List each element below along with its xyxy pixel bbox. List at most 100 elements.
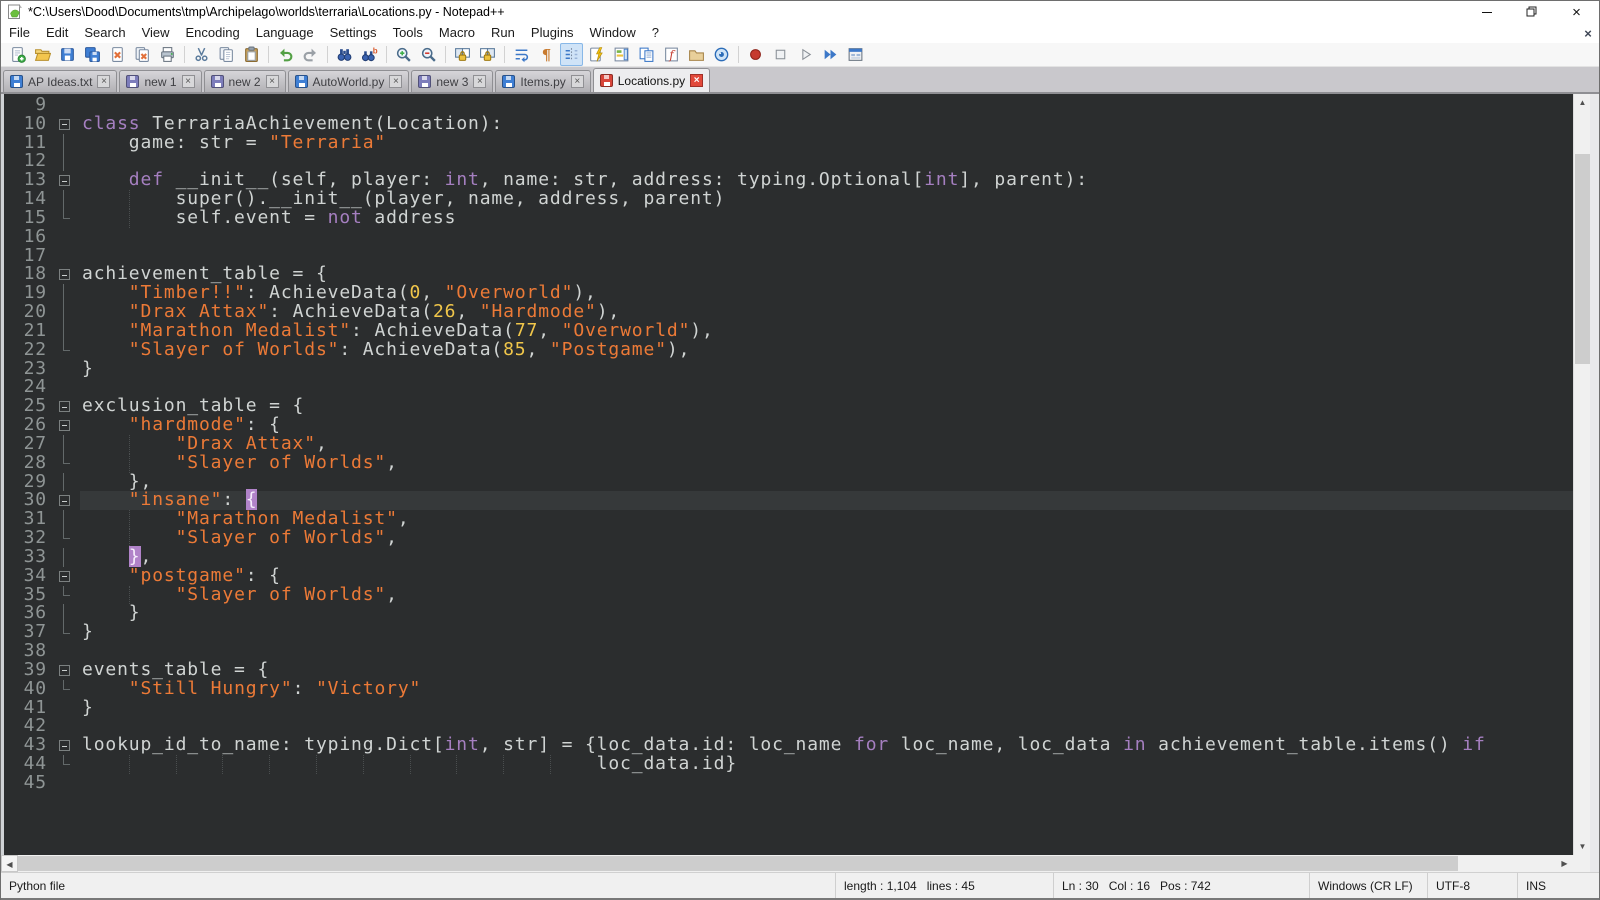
menu-item-help[interactable]: ? bbox=[644, 23, 667, 43]
fold-collapse-icon[interactable] bbox=[50, 265, 80, 284]
close-tab-icon[interactable]: × bbox=[266, 75, 279, 88]
new-file-icon[interactable] bbox=[6, 43, 29, 66]
tab-new-2[interactable]: new 2× bbox=[204, 70, 286, 92]
menu-item-view[interactable]: View bbox=[134, 23, 178, 43]
fold-collapse-icon[interactable] bbox=[50, 567, 80, 586]
close-tab-icon[interactable]: × bbox=[690, 74, 703, 87]
sync-vertical-scroll-icon[interactable] bbox=[451, 43, 474, 66]
menu-item-file[interactable]: File bbox=[1, 23, 38, 43]
scroll-left-icon[interactable]: ◀ bbox=[1, 855, 18, 872]
fold-margin bbox=[50, 322, 80, 341]
document-list-icon[interactable] bbox=[635, 43, 658, 66]
menu-item-plugins[interactable]: Plugins bbox=[523, 23, 582, 43]
show-indent-guide-icon[interactable] bbox=[560, 43, 583, 66]
menu-item-encoding[interactable]: Encoding bbox=[178, 23, 248, 43]
indent-guide bbox=[222, 755, 223, 774]
modified-file-floppy-icon bbox=[600, 74, 613, 87]
tab-autoworld-py[interactable]: AutoWorld.py× bbox=[288, 70, 410, 92]
find-icon[interactable] bbox=[333, 43, 356, 66]
macro-play-icon[interactable] bbox=[794, 43, 817, 66]
window-restore-button[interactable] bbox=[1509, 1, 1554, 23]
fold-collapse-icon[interactable] bbox=[50, 416, 80, 435]
macro-run-multiple-icon[interactable] bbox=[819, 43, 842, 66]
copy-icon[interactable] bbox=[215, 43, 238, 66]
close-file-icon[interactable] bbox=[106, 43, 129, 66]
tab-items-py[interactable]: Items.py× bbox=[495, 70, 590, 92]
vertical-scrollbar-thumb[interactable] bbox=[1575, 154, 1590, 364]
sync-horizontal-scroll-icon[interactable] bbox=[476, 43, 499, 66]
print-icon[interactable] bbox=[156, 43, 179, 66]
show-all-characters-icon[interactable]: ¶ bbox=[535, 43, 558, 66]
horizontal-scrollbar[interactable]: ◀ ▶ bbox=[1, 855, 1573, 872]
close-document-icon[interactable]: × bbox=[1577, 26, 1599, 41]
open-file-icon[interactable] bbox=[31, 43, 54, 66]
tab-new-3[interactable]: new 3 × bbox=[411, 70, 493, 92]
close-tab-icon[interactable]: × bbox=[473, 75, 486, 88]
menu-item-tools[interactable]: Tools bbox=[385, 23, 431, 43]
code-line: 23} bbox=[4, 360, 1573, 379]
zoom-out-icon[interactable] bbox=[417, 43, 440, 66]
replace-icon[interactable]: b bbox=[358, 43, 381, 66]
menu-item-edit[interactable]: Edit bbox=[38, 23, 76, 43]
close-tab-icon[interactable]: × bbox=[571, 75, 584, 88]
code-text: } bbox=[80, 699, 1573, 718]
redo-icon[interactable] bbox=[299, 43, 322, 66]
window-close-button[interactable]: × bbox=[1554, 1, 1599, 23]
paste-icon[interactable] bbox=[240, 43, 263, 66]
code-line: 44 loc_data.id} bbox=[4, 755, 1573, 774]
macro-save-icon[interactable] bbox=[844, 43, 867, 66]
close-tab-icon[interactable]: × bbox=[389, 75, 402, 88]
tab-locations-py[interactable]: Locations.py× bbox=[593, 68, 710, 92]
line-number: 22 bbox=[4, 341, 50, 360]
fold-collapse-icon[interactable] bbox=[50, 171, 80, 190]
status-eol-format[interactable]: Windows (CR LF) bbox=[1309, 873, 1427, 898]
word-wrap-icon[interactable] bbox=[510, 43, 533, 66]
cut-icon[interactable] bbox=[190, 43, 213, 66]
folder-as-workspace-icon[interactable] bbox=[685, 43, 708, 66]
code-line: 40 "Still Hungry": "Victory" bbox=[4, 680, 1573, 699]
function-list-icon[interactable]: f bbox=[660, 43, 683, 66]
line-number: 21 bbox=[4, 322, 50, 341]
menu-item-search[interactable]: Search bbox=[76, 23, 133, 43]
fold-margin bbox=[50, 454, 80, 473]
function-completion-icon[interactable] bbox=[585, 43, 608, 66]
save-all-icon[interactable] bbox=[81, 43, 104, 66]
fold-margin bbox=[50, 510, 80, 529]
fold-collapse-icon[interactable] bbox=[50, 115, 80, 134]
window-minimize-button[interactable] bbox=[1464, 1, 1509, 23]
horizontal-scrollbar-thumb[interactable] bbox=[18, 856, 1458, 871]
indent-guide bbox=[316, 755, 317, 774]
scroll-down-icon[interactable]: ▼ bbox=[1574, 838, 1591, 855]
menu-item-window[interactable]: Window bbox=[582, 23, 644, 43]
fold-margin bbox=[50, 604, 80, 623]
fold-collapse-icon[interactable] bbox=[50, 397, 80, 416]
save-icon[interactable] bbox=[56, 43, 79, 66]
tab-ap-ideas-txt[interactable]: AP Ideas.txt× bbox=[3, 70, 117, 92]
menu-item-run[interactable]: Run bbox=[483, 23, 523, 43]
file-monitoring-icon[interactable] bbox=[710, 43, 733, 66]
close-tab-icon[interactable]: × bbox=[182, 75, 195, 88]
zoom-in-icon[interactable] bbox=[392, 43, 415, 66]
indent-guide bbox=[176, 755, 177, 774]
macro-stop-icon[interactable] bbox=[769, 43, 792, 66]
macro-record-icon[interactable] bbox=[744, 43, 767, 66]
indent-guide bbox=[550, 755, 551, 774]
fold-collapse-icon[interactable] bbox=[50, 661, 80, 680]
menu-item-settings[interactable]: Settings bbox=[322, 23, 385, 43]
fold-collapse-icon[interactable] bbox=[50, 736, 80, 755]
status-insert-mode[interactable]: INS bbox=[1517, 873, 1599, 898]
close-tab-icon[interactable]: × bbox=[97, 75, 110, 88]
code-area[interactable]: 910class TerrariaAchievement(Location):1… bbox=[1, 94, 1573, 855]
tab-label: new 3 bbox=[436, 75, 468, 89]
vertical-scrollbar[interactable]: ▲ ▼ bbox=[1573, 94, 1590, 855]
undo-icon[interactable] bbox=[274, 43, 297, 66]
status-encoding[interactable]: UTF-8 bbox=[1427, 873, 1517, 898]
tab-new-1[interactable]: new 1× bbox=[119, 70, 201, 92]
document-map-icon[interactable] bbox=[610, 43, 633, 66]
scroll-right-icon[interactable]: ▶ bbox=[1556, 855, 1573, 872]
menu-item-language[interactable]: Language bbox=[248, 23, 322, 43]
menu-item-macro[interactable]: Macro bbox=[431, 23, 483, 43]
scroll-up-icon[interactable]: ▲ bbox=[1574, 94, 1591, 111]
fold-collapse-icon[interactable] bbox=[50, 491, 80, 510]
close-all-icon[interactable] bbox=[131, 43, 154, 66]
